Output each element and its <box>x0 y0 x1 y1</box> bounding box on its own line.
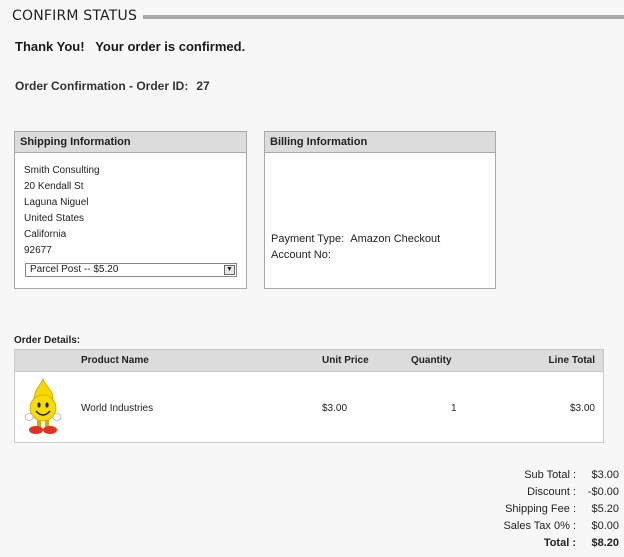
shipping-zip: 92677 <box>24 245 52 256</box>
table-row: World Industries $3.00 1 $3.00 <box>14 372 604 443</box>
order-details-table: Product Name Unit Price Quantity Line To… <box>14 349 604 443</box>
shipping-panel-title: Shipping Information <box>15 132 246 153</box>
shipping-city: Laguna Niguel <box>24 197 89 208</box>
shipping-company: Smith Consulting <box>24 165 100 176</box>
discount-row: Discount : -$0.00 <box>440 486 621 503</box>
total-row: Total : $8.20 <box>440 537 621 554</box>
table-header: Product Name Unit Price Quantity Line To… <box>14 349 604 372</box>
order-confirmed-text: Your order is confirmed. <box>95 39 246 54</box>
payment-type-line: Payment Type: Amazon Checkout <box>271 233 440 249</box>
sub-total-label: Sub Total : <box>524 469 576 481</box>
col-quantity: Quantity <box>411 355 452 366</box>
shipping-fee-value: $5.20 <box>591 503 619 515</box>
col-line-total: Line Total <box>548 355 595 366</box>
line-total: $3.00 <box>569 403 595 414</box>
billing-panel: Billing Information Payment Type: Amazon… <box>264 131 496 289</box>
chevron-down-icon[interactable]: ▼ <box>224 265 235 275</box>
shipping-fee-row: Shipping Fee : $5.20 <box>440 503 621 520</box>
shipping-state: California <box>24 229 67 240</box>
discount-label: Discount : <box>527 486 576 498</box>
page-title: CONFIRM STATUS <box>12 8 138 24</box>
total-value: $8.20 <box>591 537 619 549</box>
sales-tax-label: Sales Tax 0% : <box>503 520 576 532</box>
product-name[interactable]: World Industries <box>81 403 153 414</box>
order-id-value: 27 <box>196 79 210 93</box>
order-totals: Sub Total : $3.00 Discount : -$0.00 Ship… <box>440 469 621 554</box>
billing-panel-title: Billing Information <box>265 132 495 153</box>
quantity: 1 <box>451 403 457 414</box>
thank-you-message: Thank You! Your order is confirmed. <box>15 39 245 54</box>
payment-type-label: Payment Type: <box>271 233 345 245</box>
discount-value: -$0.00 <box>587 486 619 498</box>
order-confirmation-line: Order Confirmation - Order ID: 27 <box>15 79 210 93</box>
thank-you-text: Thank You! <box>15 39 85 54</box>
smiley-flame-mascot-icon[interactable] <box>22 375 64 437</box>
sales-tax-row: Sales Tax 0% : $0.00 <box>440 520 621 537</box>
total-label: Total : <box>543 537 576 549</box>
payment-type-value: Amazon Checkout <box>350 233 441 245</box>
col-unit-price: Unit Price <box>322 355 369 366</box>
page-header: CONFIRM STATUS <box>12 6 624 26</box>
unit-price: $3.00 <box>322 403 348 414</box>
shipping-method-select[interactable]: Parcel Post -- $5.20 ▼ <box>25 263 237 277</box>
account-no-line: Account No: <box>271 249 440 265</box>
shipping-method-value: Parcel Post -- $5.20 <box>30 264 119 275</box>
header-divider <box>143 15 624 19</box>
shipping-country: United States <box>24 213 85 224</box>
account-no-label: Account No: <box>271 249 331 261</box>
sub-total-row: Sub Total : $3.00 <box>440 469 621 486</box>
shipping-panel: Shipping Information Smith Consulting 20… <box>14 131 247 289</box>
order-details-label: Order Details: <box>14 335 81 346</box>
col-product-name: Product Name <box>81 355 149 366</box>
sub-total-value: $3.00 <box>591 469 619 481</box>
shipping-fee-label: Shipping Fee : <box>505 503 576 515</box>
shipping-address: Smith Consulting 20 Kendall St Laguna Ni… <box>24 164 100 260</box>
sales-tax-value: $0.00 <box>591 520 619 532</box>
shipping-street: 20 Kendall St <box>24 181 84 192</box>
order-id-label: Order Confirmation - Order ID: <box>15 79 189 93</box>
